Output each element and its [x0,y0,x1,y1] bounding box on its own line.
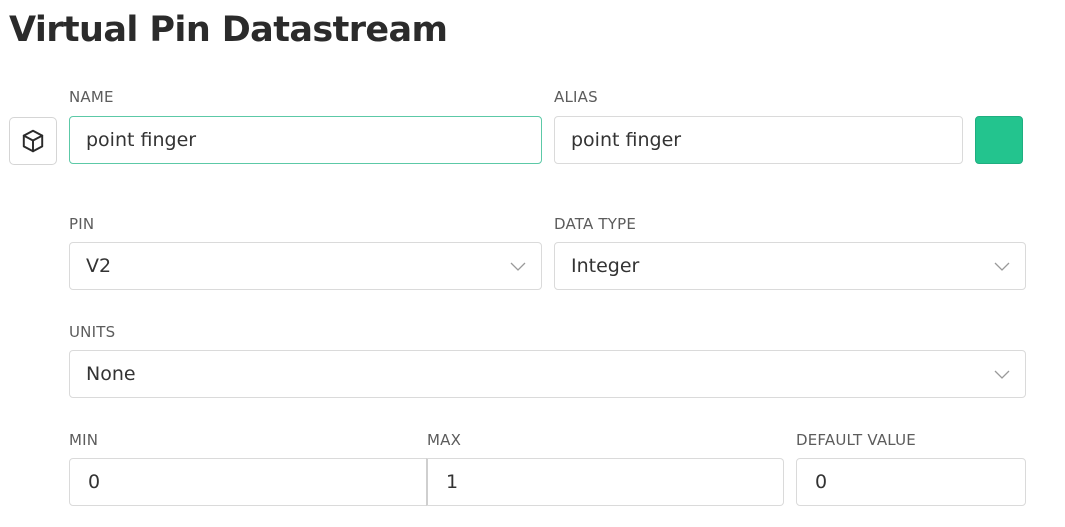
pin-label: PIN [69,215,95,233]
name-input-value: point finger [86,129,197,151]
min-input[interactable]: 0 [69,458,427,506]
pin-select-value: V2 [86,255,112,277]
pin-select[interactable]: V2 [69,242,542,290]
data-type-select-value: Integer [571,255,640,277]
default-value-label: DEFAULT VALUE [796,431,916,449]
chevron-down-icon [993,369,1011,379]
color-picker-button[interactable] [975,116,1023,164]
min-input-value: 0 [88,471,101,493]
max-input[interactable]: 1 [426,458,784,506]
data-type-label: DATA TYPE [554,215,637,233]
max-input-value: 1 [446,471,459,493]
default-value-input[interactable]: 0 [796,458,1026,506]
units-select[interactable]: None [69,350,1026,398]
chevron-down-icon [993,261,1011,271]
min-label: MIN [69,431,99,449]
alias-input[interactable]: point finger [554,116,963,164]
units-select-value: None [86,363,136,385]
datastream-icon-picker-button[interactable] [9,117,57,165]
max-label: MAX [427,431,462,449]
alias-label: ALIAS [554,88,598,106]
chevron-down-icon [509,261,527,271]
name-input[interactable]: point finger [69,116,542,164]
units-label: UNITS [69,323,116,341]
page-title: Virtual Pin Datastream [9,10,448,50]
data-type-select[interactable]: Integer [554,242,1026,290]
name-label: NAME [69,88,114,106]
default-value-input-value: 0 [815,471,828,493]
alias-input-value: point finger [571,129,682,151]
min-max-range: 0 1 [69,458,784,506]
cube-icon [20,128,46,154]
